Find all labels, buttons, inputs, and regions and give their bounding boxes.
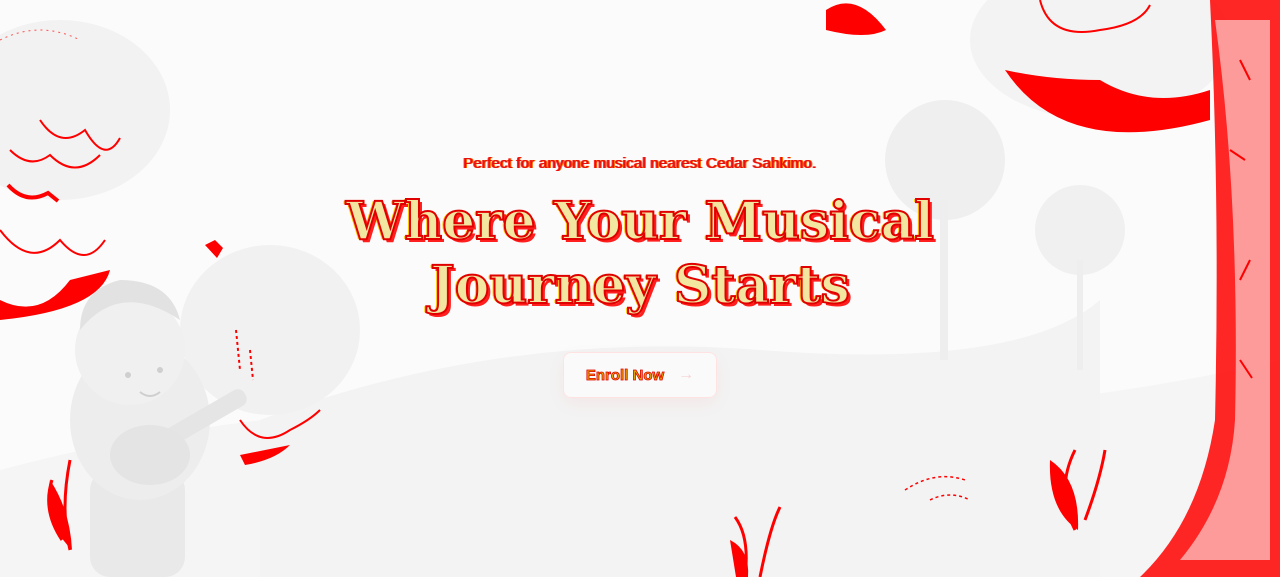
enroll-now-button[interactable]: Enroll Now → <box>562 352 718 398</box>
hero-tagline: Perfect for anyone musical nearest Cedar… <box>463 155 817 172</box>
enroll-now-label: Enroll Now <box>585 366 665 384</box>
hero-headline: Where Your Musical Journey Starts <box>345 190 935 317</box>
arrow-right-icon: → <box>678 366 695 383</box>
hero-section: Perfect for anyone musical nearest Cedar… <box>0 0 1280 577</box>
